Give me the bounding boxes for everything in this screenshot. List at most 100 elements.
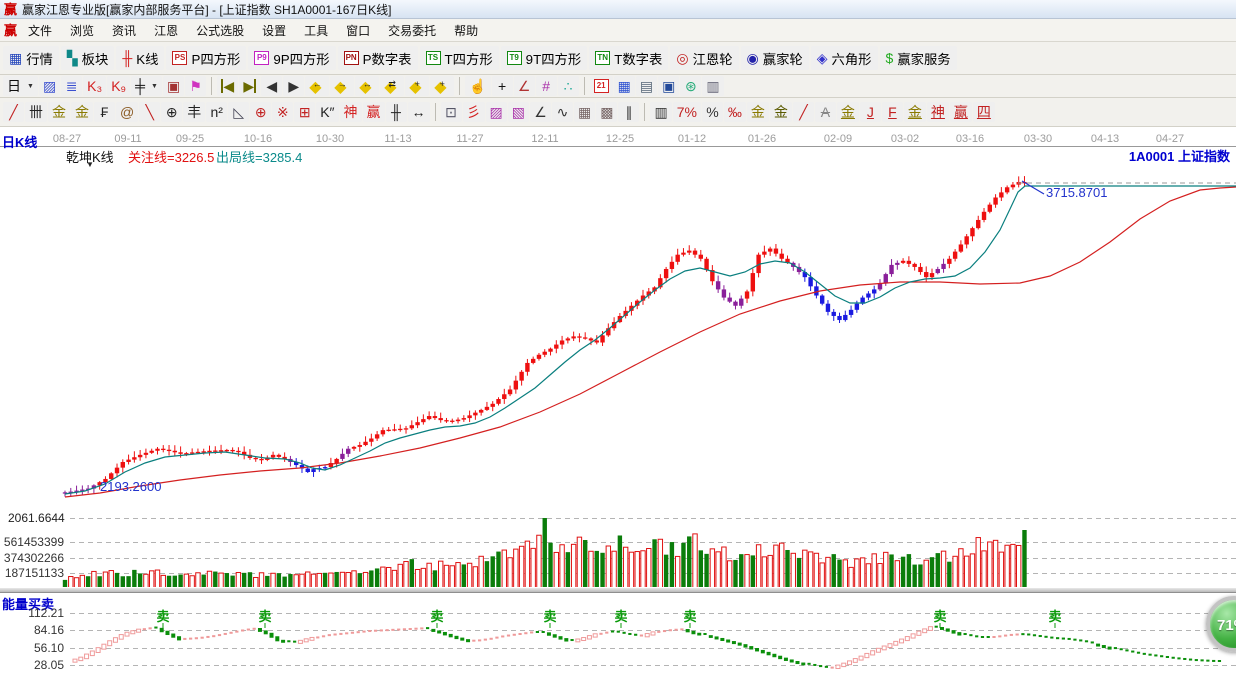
- f-line-button[interactable]: F: [882, 102, 903, 122]
- nav-first-button[interactable]: ◀: [217, 76, 238, 96]
- gann-expand-all-icon: ◆+: [409, 78, 425, 94]
- menu-item-trading[interactable]: 交易委托: [379, 21, 445, 41]
- shen-tool-button[interactable]: 神: [340, 102, 362, 122]
- kline-small-9-button[interactable]: K₉: [107, 76, 130, 96]
- calendar-button[interactable]: 21: [590, 76, 613, 96]
- gann-center-button[interactable]: ◆+: [430, 76, 454, 96]
- menu-item-help[interactable]: 帮助: [445, 21, 487, 41]
- menu-item-window[interactable]: 窗口: [337, 21, 379, 41]
- menu-item-browse[interactable]: 浏览: [61, 21, 103, 41]
- info-list-button[interactable]: ≣: [61, 76, 82, 96]
- wave-tool-button[interactable]: ∿: [552, 102, 573, 122]
- pattern-box-button[interactable]: ▣: [163, 76, 184, 96]
- fan-lines-button[interactable]: 彡: [463, 102, 485, 122]
- menu-item-news[interactable]: 资讯: [103, 21, 145, 41]
- percent-lines-button[interactable]: ‰: [724, 102, 746, 122]
- menu-item-file[interactable]: 文件: [19, 21, 61, 41]
- p-square-button[interactable]: PSP四方形: [166, 46, 246, 70]
- hexagon-button[interactable]: ◈六角形: [811, 46, 878, 70]
- ying-tool-button[interactable]: 赢: [363, 102, 385, 122]
- circle-ruler-button[interactable]: ⊕: [161, 102, 182, 122]
- menu-item-gann[interactable]: 江恩: [145, 21, 187, 41]
- p-number-table-button[interactable]: PNP数字表: [338, 46, 418, 70]
- chevron-down-icon[interactable]: ▼: [86, 160, 94, 169]
- market-quotes-button[interactable]: ▦行情: [3, 46, 59, 70]
- gann-compress-h-button[interactable]: ◆⇄: [380, 76, 404, 96]
- gann-expand-h-button[interactable]: ◆↔: [355, 76, 379, 96]
- crosshair-tool-button[interactable]: +: [492, 76, 513, 96]
- gann-expand-all-button[interactable]: ◆+: [405, 76, 429, 96]
- kline-chart-canvas[interactable]: [0, 127, 1236, 680]
- sector-blocks-button[interactable]: ▚板块: [61, 46, 114, 70]
- shen-angle-button[interactable]: 神: [927, 102, 949, 122]
- pattern-window-button[interactable]: ▨: [39, 76, 60, 96]
- gann-grid-button[interactable]: ⊞: [294, 102, 315, 122]
- angle-lines-button[interactable]: ∠: [530, 102, 551, 122]
- nav-next-button[interactable]: ▶: [283, 76, 304, 96]
- nav-prev-button[interactable]: ◀: [261, 76, 282, 96]
- t-square-button[interactable]: TST四方形: [420, 46, 499, 70]
- grid-dense1-button[interactable]: ▦: [574, 102, 595, 122]
- gann-wheel-button[interactable]: ◎江恩轮: [670, 46, 738, 70]
- fan-box2-button[interactable]: ▧: [508, 102, 529, 122]
- panel-splitter[interactable]: [0, 587, 1236, 593]
- angle-pen-button[interactable]: ∠: [514, 76, 535, 96]
- save-button[interactable]: ▣: [658, 76, 679, 96]
- ruler-123-button[interactable]: ╫: [386, 102, 407, 122]
- notes-button[interactable]: ▤: [636, 76, 657, 96]
- winner-service-button[interactable]: $赢家服务: [880, 46, 957, 70]
- a-lines-button[interactable]: A: [815, 102, 836, 122]
- n-square-button[interactable]: n²: [206, 102, 227, 122]
- print-button[interactable]: ▥: [702, 76, 723, 96]
- percent-table-button[interactable]: ▥: [650, 102, 671, 122]
- pen-tool-button[interactable]: ╱: [3, 102, 24, 122]
- mind-cluster-button[interactable]: ∴: [558, 76, 579, 96]
- gann-net-button[interactable]: #: [536, 76, 557, 96]
- winner-wheel-button[interactable]: ◉赢家轮: [741, 46, 809, 70]
- parallel-lines-button[interactable]: ∥: [618, 102, 639, 122]
- t-number-table-button[interactable]: TNT数字表: [589, 46, 668, 70]
- color-flag-button[interactable]: ⚑: [185, 76, 206, 96]
- fib-f-tool-button[interactable]: ₣: [94, 102, 115, 122]
- ying-angle-button[interactable]: 赢: [950, 102, 972, 122]
- gann-circle-button[interactable]: ⊕: [250, 102, 271, 122]
- p9-square-button[interactable]: P99P四方形: [248, 46, 335, 70]
- percent-button[interactable]: %: [702, 102, 723, 122]
- hand-tool-button[interactable]: ☝: [465, 76, 490, 96]
- span-arrow-button[interactable]: ↔: [408, 102, 430, 122]
- gann-gold-tool1-button[interactable]: 金: [48, 102, 70, 122]
- kline-chart-button[interactable]: ╫K线: [116, 46, 164, 70]
- pen-mark-button[interactable]: ╱: [793, 102, 814, 122]
- gold-angle2-button[interactable]: 金: [904, 102, 926, 122]
- gold-angle1-button[interactable]: 金: [837, 102, 859, 122]
- kline-small-3-button[interactable]: K₃: [83, 76, 106, 96]
- menu-item-settings[interactable]: 设置: [253, 21, 295, 41]
- four-angle-button[interactable]: 四: [973, 102, 995, 122]
- kline-mark-button[interactable]: K″: [316, 102, 338, 122]
- calculator-button[interactable]: ▦: [614, 76, 635, 96]
- nav-last-button[interactable]: ▶: [239, 76, 260, 96]
- fan-box1-button[interactable]: ▨: [486, 102, 507, 122]
- angle-triangle-button[interactable]: ◺: [228, 102, 249, 122]
- gold-lines-button[interactable]: 金: [770, 102, 792, 122]
- chart-area[interactable]: 日K线 08-2709-1109-2510-1610-3011-1311-271…: [0, 127, 1236, 680]
- gann-gold-tool2-button[interactable]: 金: [71, 102, 93, 122]
- menu-item-tools[interactable]: 工具: [295, 21, 337, 41]
- candle-style-dropdown-button[interactable]: ╪▼: [131, 76, 162, 96]
- box-frame-tool-button[interactable]: ⊡: [441, 102, 462, 122]
- menu-item-formula-picker[interactable]: 公式选股: [187, 21, 253, 41]
- percent-7-button[interactable]: 7%: [673, 102, 701, 122]
- tally-line-button[interactable]: 卌: [25, 102, 47, 122]
- grid-dense2-button[interactable]: ▩: [596, 102, 617, 122]
- t9-square-button[interactable]: T99T四方形: [501, 46, 588, 70]
- gann-star-button[interactable]: ※: [272, 102, 293, 122]
- spiral-tool-button[interactable]: @: [116, 102, 138, 122]
- gann-shift-left-button[interactable]: ◆←: [305, 76, 329, 96]
- gann-shift-right-button[interactable]: ◆→: [330, 76, 354, 96]
- pen-ruler-button[interactable]: ╲: [139, 102, 160, 122]
- gold-circle-button[interactable]: 金: [747, 102, 769, 122]
- period-day-dropdown-button[interactable]: 日▼: [3, 76, 38, 96]
- grid-ruler-button[interactable]: 丰: [183, 102, 205, 122]
- j-line-button[interactable]: J: [860, 102, 881, 122]
- world-time-button[interactable]: ⊛: [680, 76, 701, 96]
